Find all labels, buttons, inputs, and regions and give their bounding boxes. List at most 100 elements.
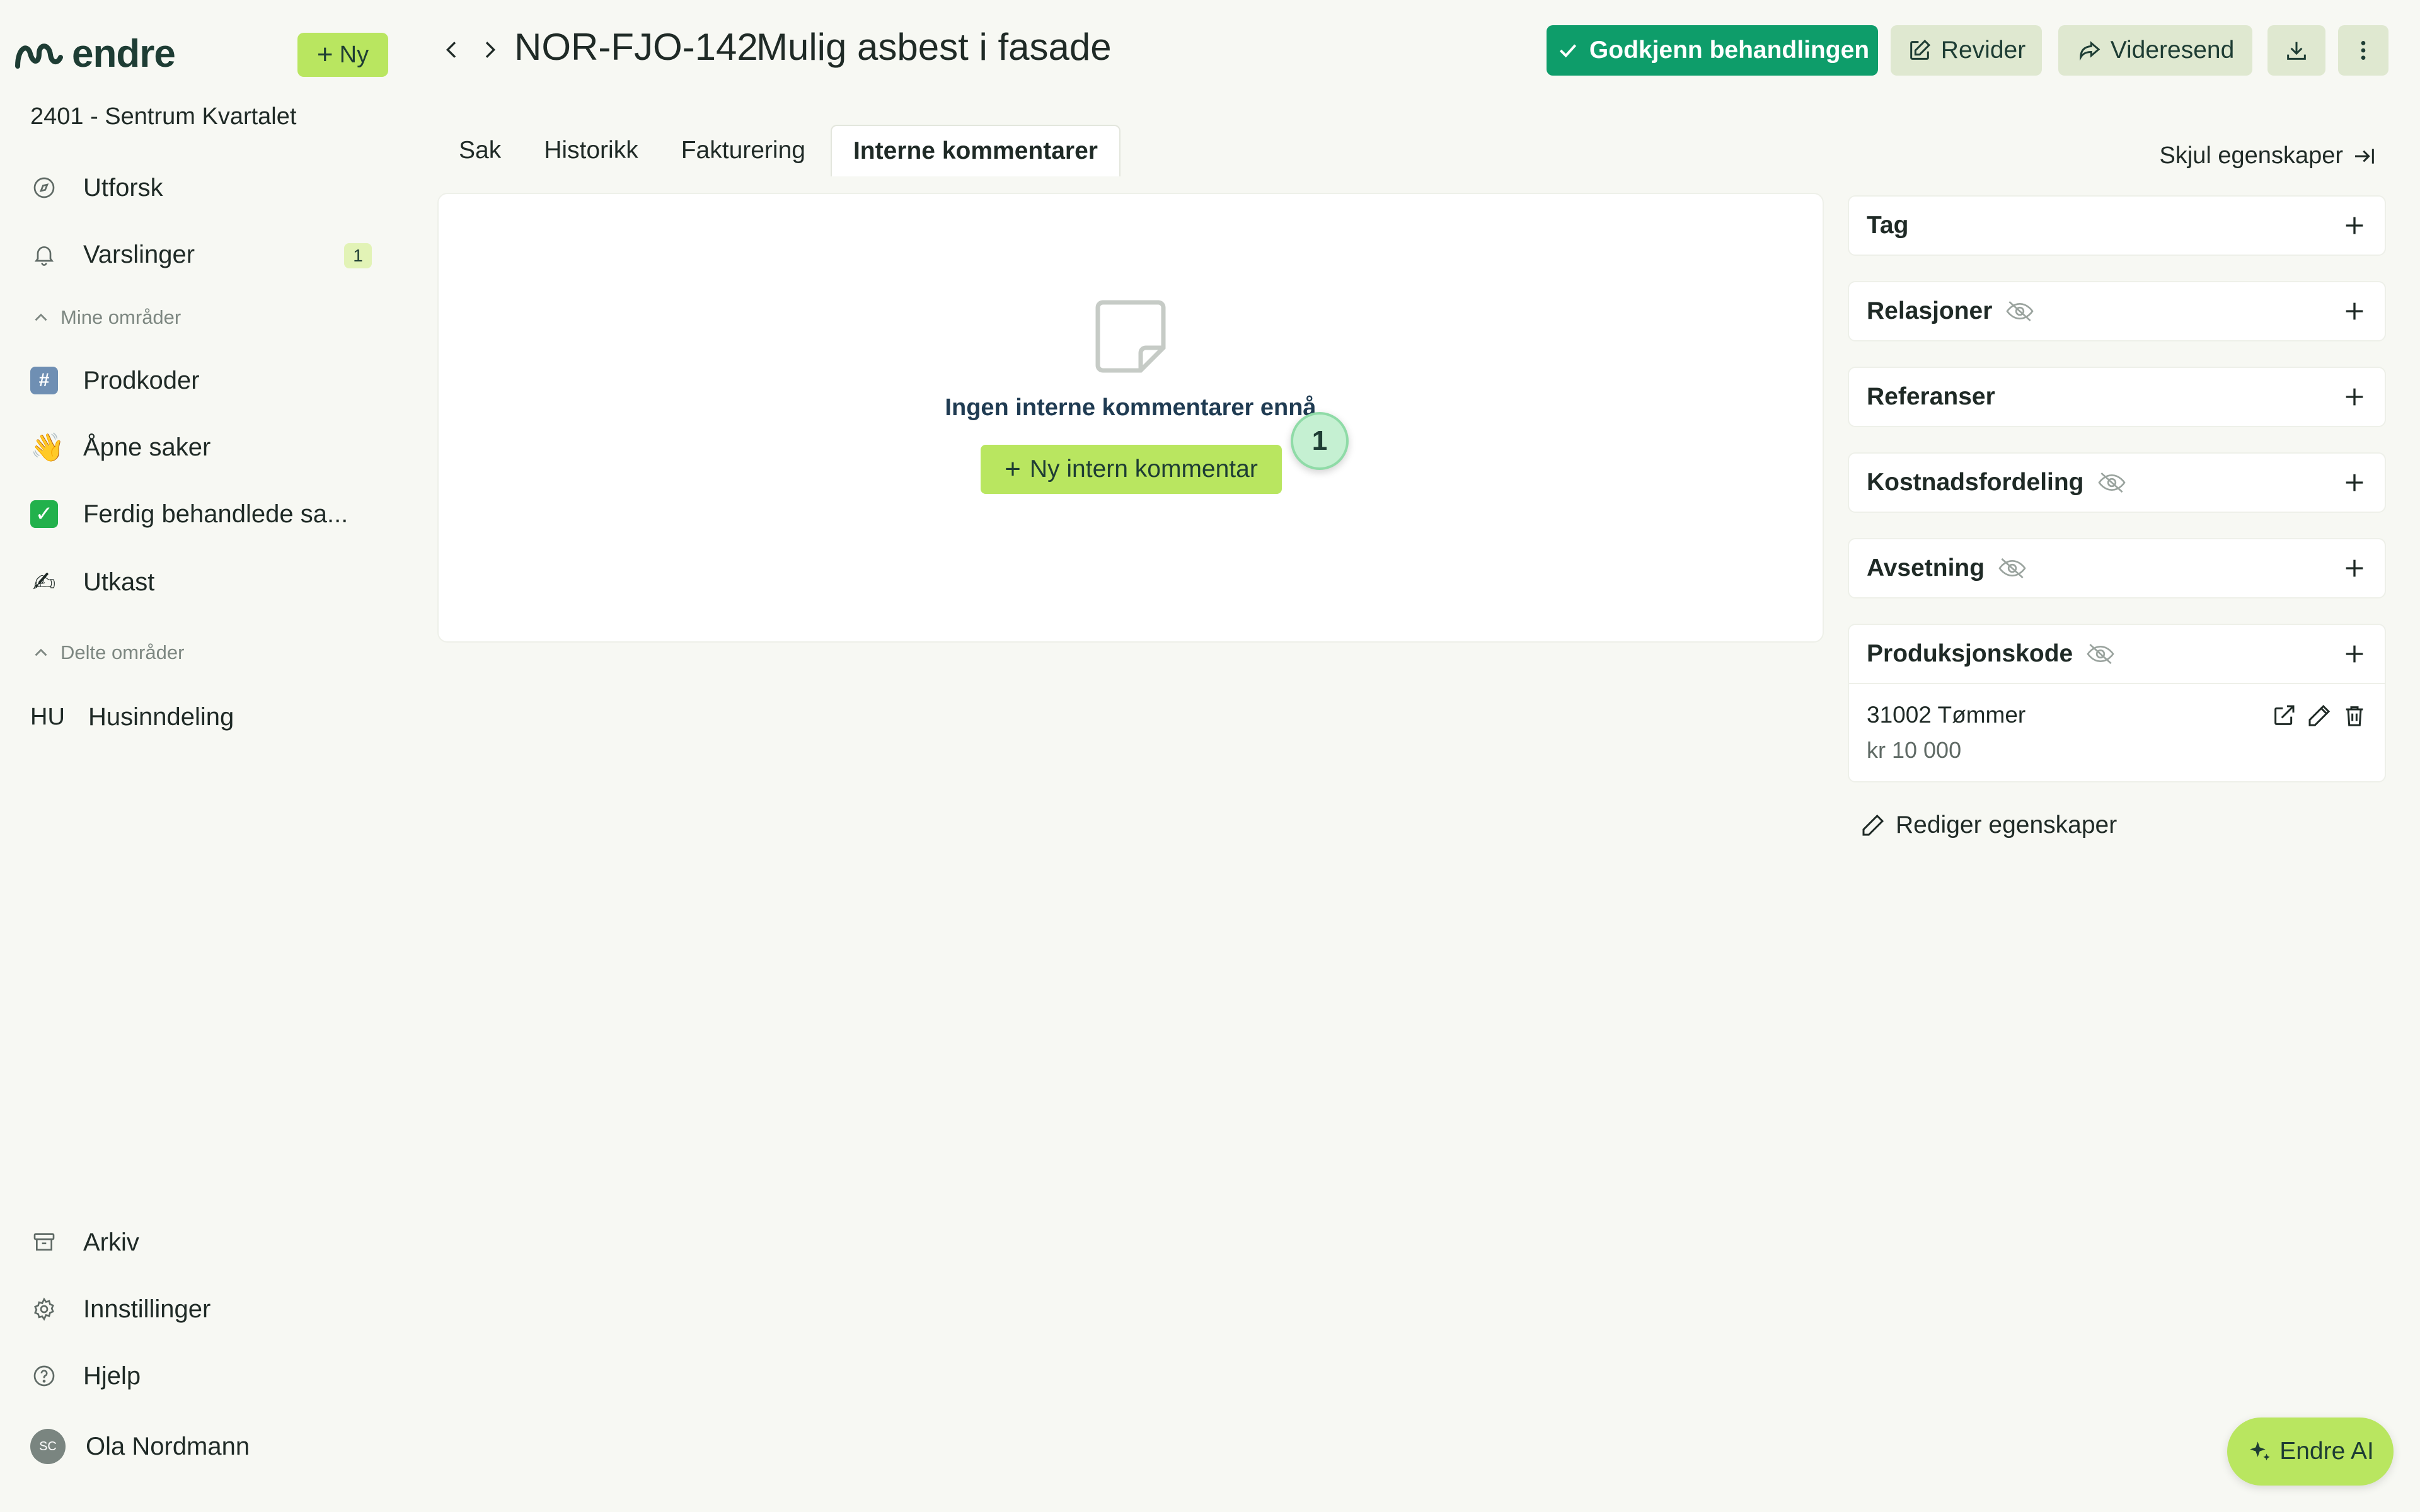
property-tag: Tag bbox=[1848, 195, 2386, 256]
back-arrow-button[interactable] bbox=[436, 34, 468, 66]
sidebar-item-label: Prodkoder bbox=[83, 366, 200, 394]
approve-button[interactable]: Godkjenn behandlingen bbox=[1547, 25, 1878, 76]
sidebar-item-prodkoder[interactable]: # Prodkoder bbox=[30, 355, 383, 406]
sidebar-item-label: Husinndeling bbox=[88, 702, 234, 731]
pencil-icon bbox=[1862, 814, 1884, 836]
revise-button[interactable]: Revider bbox=[1891, 25, 2042, 76]
endre-ai-label: Endre AI bbox=[2279, 1438, 2374, 1465]
add-icon[interactable] bbox=[2342, 384, 2367, 410]
share-arrow-icon bbox=[2079, 41, 2100, 61]
sidebar-item-husinndeling[interactable]: HU Husinndeling bbox=[30, 692, 383, 742]
eye-off-icon bbox=[2097, 472, 2126, 493]
avatar: SC bbox=[30, 1429, 66, 1464]
eye-off-icon bbox=[2087, 644, 2114, 664]
section-label: Mine områder bbox=[60, 306, 182, 328]
user-name: Ola Nordmann bbox=[86, 1432, 250, 1460]
sidebar-item-utforsk[interactable]: Utforsk bbox=[30, 163, 383, 213]
add-icon[interactable] bbox=[2342, 641, 2367, 667]
check-box-icon: ✓ bbox=[30, 500, 58, 528]
pencil-icon[interactable] bbox=[2307, 703, 2332, 728]
endre-ai-button[interactable]: Endre AI bbox=[2227, 1418, 2394, 1486]
sidebar-item-ferdig-behandlede[interactable]: ✓ Ferdig behandlede sa... bbox=[30, 489, 383, 539]
download-button[interactable] bbox=[2267, 25, 2325, 76]
new-button-label: Ny bbox=[339, 41, 369, 68]
org-selector[interactable]: 2401 - Sentrum Kvartalet bbox=[30, 103, 296, 130]
compass-icon bbox=[30, 174, 58, 202]
property-avsetning: Avsetning bbox=[1848, 538, 2386, 598]
tab-interne-kommentarer[interactable]: Interne kommentarer bbox=[830, 125, 1121, 176]
logo[interactable]: endre bbox=[14, 32, 176, 76]
check-icon bbox=[1559, 44, 1577, 58]
hide-properties-button[interactable]: Skjul egenskaper bbox=[2159, 142, 2377, 169]
sidebar-item-label: Arkiv bbox=[83, 1228, 139, 1256]
tab-fakturering[interactable]: Fakturering bbox=[660, 125, 827, 176]
external-link-icon[interactable] bbox=[2271, 703, 2296, 728]
sidebar-item-varslinger[interactable]: Varslinger 1 bbox=[30, 229, 383, 280]
property-title: Tag bbox=[1867, 212, 1909, 239]
add-icon[interactable] bbox=[2342, 213, 2367, 238]
property-produksjonskode: Produksjonskode 31002 Tømmer kr 10 000 bbox=[1848, 624, 2386, 782]
tab-sak[interactable]: Sak bbox=[437, 125, 522, 176]
tab-historikk[interactable]: Historikk bbox=[522, 125, 660, 176]
forward-arrow-button[interactable] bbox=[474, 34, 505, 66]
eye-off-icon bbox=[2006, 301, 2034, 321]
property-title: Referanser bbox=[1867, 383, 1995, 410]
trash-icon[interactable] bbox=[2342, 703, 2367, 728]
shared-areas-header[interactable]: Delte områder bbox=[30, 641, 184, 664]
comments-panel: Ingen interne kommentarer ennå + Ny inte… bbox=[437, 193, 1824, 643]
production-code-row: 31002 Tømmer kr 10 000 bbox=[1849, 683, 2385, 781]
arrow-right-to-line-icon bbox=[2355, 148, 2374, 164]
more-vertical-icon bbox=[2361, 41, 2366, 60]
empty-state-text: Ingen interne kommentarer ennå bbox=[945, 394, 1317, 421]
sidebar-item-innstillinger[interactable]: Innstillinger bbox=[30, 1284, 383, 1334]
property-relasjoner: Relasjoner bbox=[1848, 281, 2386, 341]
hide-properties-label: Skjul egenskaper bbox=[2159, 142, 2343, 169]
my-areas-header[interactable]: Mine områder bbox=[30, 306, 181, 329]
section-label: Delte områder bbox=[60, 641, 185, 663]
forward-button[interactable]: Videresend bbox=[2058, 25, 2252, 76]
sidebar-item-label: Ferdig behandlede sa... bbox=[83, 500, 349, 528]
more-options-button[interactable] bbox=[2338, 25, 2388, 76]
new-button[interactable]: + Ny bbox=[297, 33, 388, 77]
property-title: Avsetning bbox=[1867, 554, 1985, 581]
eye-off-icon bbox=[1998, 558, 2026, 578]
logo-text: endre bbox=[72, 32, 176, 76]
approve-button-label: Godkjenn behandlingen bbox=[1589, 37, 1870, 64]
sidebar-item-label: Åpne saker bbox=[83, 433, 211, 461]
new-internal-comment-label: Ny intern kommentar bbox=[1029, 455, 1258, 483]
property-title: Relasjoner bbox=[1867, 297, 1993, 324]
tab-bar: Sak Historikk Fakturering Interne kommen… bbox=[437, 125, 1121, 176]
edit-square-icon bbox=[1910, 39, 1930, 60]
sidebar-item-hjelp[interactable]: Hjelp bbox=[30, 1351, 383, 1401]
sidebar-item-label: Innstillinger bbox=[83, 1295, 211, 1323]
case-id: NOR-FJO-142 bbox=[514, 26, 758, 68]
plus-icon: + bbox=[1005, 454, 1021, 484]
chevron-right-icon bbox=[485, 42, 496, 58]
sidebar-item-arkiv[interactable]: Arkiv bbox=[30, 1217, 383, 1268]
property-title: Produksjonskode bbox=[1867, 640, 2073, 667]
chevron-up-icon bbox=[35, 648, 47, 656]
logo-icon bbox=[15, 43, 63, 69]
add-icon[interactable] bbox=[2342, 299, 2367, 324]
sticky-note-icon bbox=[1095, 300, 1166, 373]
property-title: Kostnadsfordeling bbox=[1867, 469, 2084, 496]
sidebar-item-label: Utkast bbox=[83, 568, 155, 596]
sidebar-item-apne-saker[interactable]: 👋 Åpne saker bbox=[30, 422, 383, 472]
sidebar-item-label: Utforsk bbox=[83, 173, 163, 202]
add-icon[interactable] bbox=[2342, 470, 2367, 495]
download-icon bbox=[2287, 42, 2306, 60]
chevron-up-icon bbox=[35, 313, 47, 321]
user-profile[interactable]: SC Ola Nordmann bbox=[30, 1421, 383, 1472]
case-title[interactable]: Mulig asbest i fasade bbox=[756, 25, 1112, 69]
archive-icon bbox=[30, 1228, 58, 1256]
add-icon[interactable] bbox=[2342, 556, 2367, 581]
plus-icon: + bbox=[316, 39, 333, 70]
chevron-left-icon bbox=[446, 42, 456, 58]
revise-button-label: Revider bbox=[1940, 37, 2026, 64]
production-amount: kr 10 000 bbox=[1867, 737, 1962, 763]
edit-properties-button[interactable]: Rediger egenskaper bbox=[1860, 811, 2117, 839]
area-abbreviation: HU bbox=[30, 703, 65, 730]
help-icon bbox=[30, 1362, 58, 1390]
sidebar-item-utkast[interactable]: ✍ Utkast bbox=[30, 557, 383, 607]
new-internal-comment-button[interactable]: + Ny intern kommentar bbox=[981, 445, 1282, 494]
